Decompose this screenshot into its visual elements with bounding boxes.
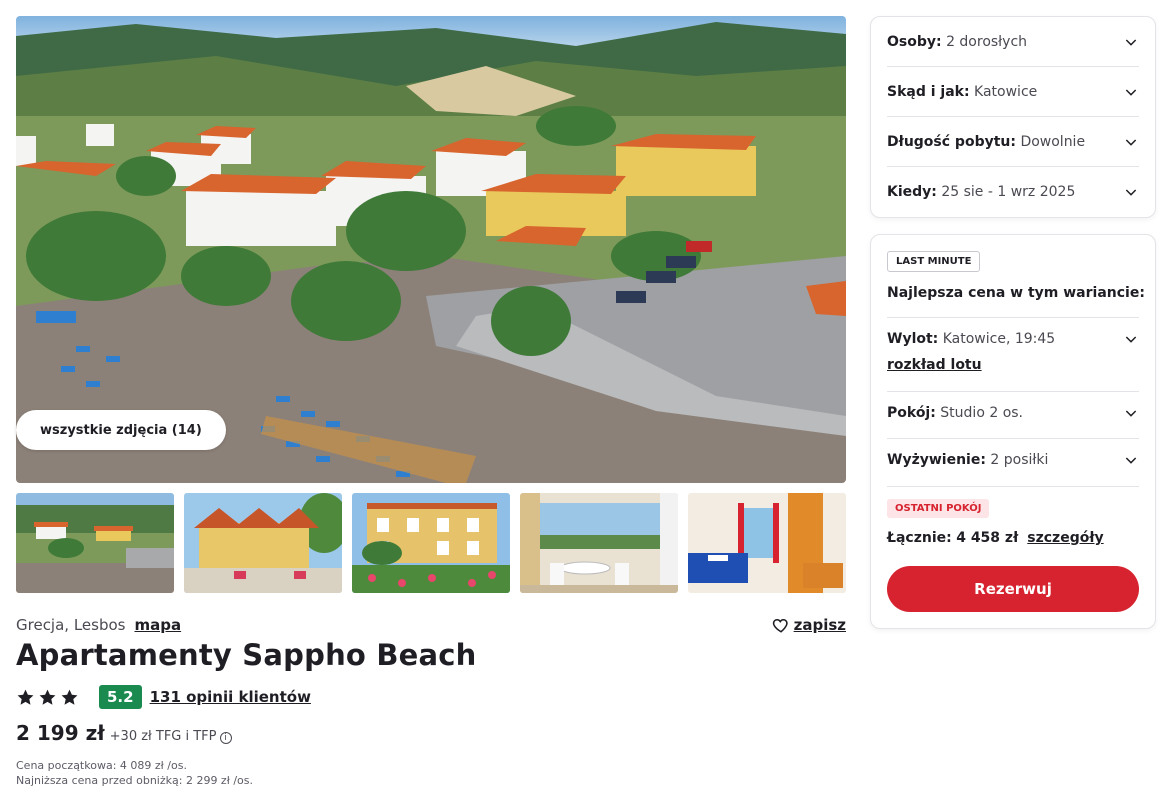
thumbnail-strip	[16, 493, 846, 593]
lowest-price-note: Najniższa cena przed obniżką: 2 299 zł /…	[16, 774, 253, 787]
flight-schedule-link[interactable]: rozkład lotu	[887, 357, 982, 373]
total-label: Łącznie:	[887, 530, 952, 546]
thumbnail-3[interactable]	[352, 493, 510, 593]
thumbnail-1[interactable]	[16, 493, 174, 593]
last-room-badge: OSTATNI POKÓJ	[887, 499, 990, 518]
divider	[887, 438, 1139, 439]
board-label: Wyżywienie:	[887, 452, 986, 468]
offer-card: LAST MINUTE Najlepsza cena w tym warianc…	[870, 234, 1156, 629]
room-value: Studio 2 os.	[940, 405, 1024, 421]
total-row: Łącznie: 4 458 zł szczegóły	[887, 530, 1104, 546]
chevron-down-icon	[1125, 88, 1137, 96]
facade-thumbnail-image	[352, 493, 510, 593]
filter-label: Osoby:	[887, 33, 942, 50]
restaurant-thumbnail-image	[184, 493, 342, 593]
hotel-name: Apartamenty Sappho Beach	[16, 638, 477, 672]
map-link[interactable]: mapa	[134, 616, 181, 634]
divider	[887, 486, 1139, 487]
divider	[887, 391, 1139, 392]
divider	[887, 317, 1139, 318]
thumbnail-5[interactable]	[688, 493, 846, 593]
board-value: 2 posiłki	[990, 452, 1049, 468]
chevron-down-icon	[1125, 138, 1137, 146]
location-row: Grecja, Lesbos mapa zapisz	[16, 614, 846, 636]
star-icon	[39, 689, 56, 705]
heart-icon	[772, 618, 788, 633]
hotel-stars	[16, 688, 79, 707]
flight-row[interactable]: Wylot: Katowice, 19:45	[887, 331, 1139, 347]
board-row[interactable]: Wyżywienie: 2 posiłki	[887, 452, 1139, 468]
thumbnail-4[interactable]	[520, 493, 678, 593]
reviews-link[interactable]: 131 opinii klientów	[150, 688, 311, 706]
filter-departure[interactable]: Skąd i jak: Katowice	[887, 67, 1139, 117]
chevron-down-icon	[1125, 410, 1137, 417]
star-icon	[61, 689, 78, 705]
terrace-thumbnail-image	[520, 493, 678, 593]
aerial-thumbnail-image	[16, 493, 174, 593]
info-icon[interactable]: i	[219, 732, 232, 744]
details-link[interactable]: szczegóły	[1027, 530, 1103, 546]
filter-duration[interactable]: Długość pobytu: Dowolnie	[887, 117, 1139, 167]
price-value: 2 199 zł	[16, 721, 105, 745]
original-price-note: Cena początkowa: 4 089 zł /os.	[16, 759, 187, 772]
rating-row: 5.2 131 opinii klientów	[16, 684, 311, 710]
filter-label: Skąd i jak:	[887, 83, 970, 100]
filter-value: Katowice	[974, 83, 1038, 100]
filter-dates[interactable]: Kiedy: 25 sie - 1 wrz 2025	[887, 167, 1139, 217]
filter-value: 2 dorosłych	[946, 33, 1028, 50]
book-button[interactable]: Rezerwuj	[887, 566, 1139, 612]
filter-label: Kiedy:	[887, 184, 937, 200]
filter-value: 25 sie - 1 wrz 2025	[941, 184, 1076, 200]
best-price-heading: Najlepsza cena w tym wariancie:	[887, 285, 1145, 301]
price-row: 2 199 zł +30 zł TFG i TFP i	[16, 721, 232, 745]
room-label: Pokój:	[887, 405, 936, 421]
room-thumbnail-image	[688, 493, 846, 593]
flight-value: Katowice, 19:45	[942, 331, 1056, 347]
hotel-location: Grecja, Lesbos	[16, 616, 126, 634]
chevron-down-icon	[1125, 336, 1137, 343]
score-badge: 5.2	[99, 685, 142, 709]
filter-value: Dowolnie	[1020, 133, 1086, 150]
chevron-down-icon	[1125, 457, 1137, 464]
total-value: 4 458 zł	[956, 530, 1019, 546]
price-extra: +30 zł TFG i TFP	[109, 729, 217, 744]
last-minute-badge: LAST MINUTE	[887, 251, 981, 272]
room-row[interactable]: Pokój: Studio 2 os.	[887, 405, 1139, 421]
save-label: zapisz	[793, 616, 846, 634]
star-icon	[17, 689, 34, 705]
filter-label: Długość pobytu:	[887, 133, 1016, 150]
search-filters-card: Osoby: 2 dorosłych Skąd i jak: Katowice …	[870, 16, 1156, 218]
chevron-down-icon	[1125, 38, 1137, 46]
flight-label: Wylot:	[887, 331, 939, 347]
thumbnail-2[interactable]	[184, 493, 342, 593]
all-photos-button[interactable]: wszystkie zdjęcia (14)	[16, 410, 226, 450]
filter-persons[interactable]: Osoby: 2 dorosłych	[887, 17, 1139, 67]
chevron-down-icon	[1125, 189, 1137, 196]
save-button[interactable]: zapisz	[772, 616, 846, 634]
